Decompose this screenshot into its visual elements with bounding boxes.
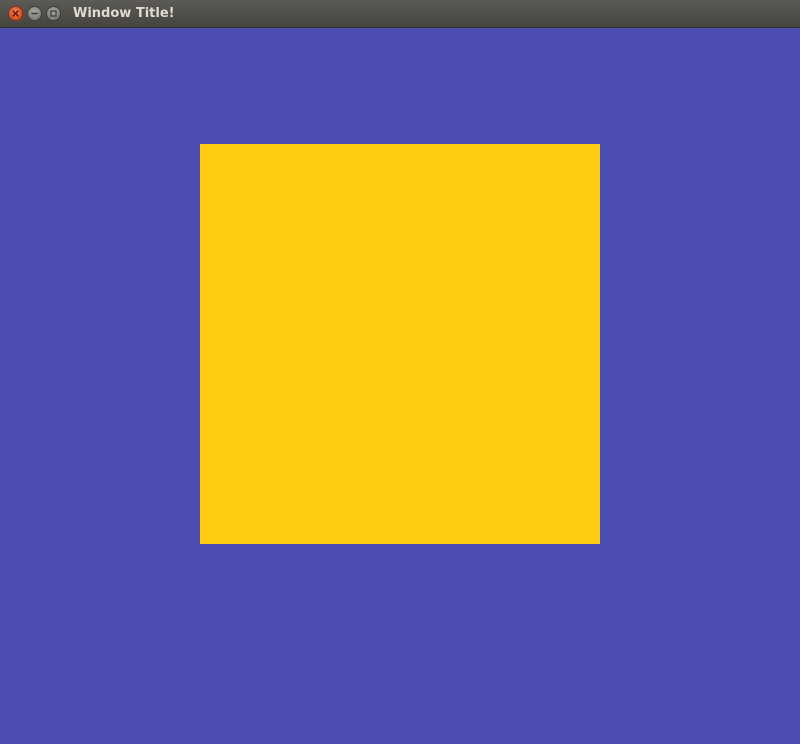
maximize-icon [50,10,57,17]
window-titlebar[interactable]: Window Title! [0,0,800,28]
yellow-square [200,144,600,544]
minimize-button[interactable] [27,6,42,21]
close-icon [12,10,19,17]
minimize-icon [31,12,38,15]
app-window: Window Title! [0,0,800,744]
window-title: Window Title! [73,6,175,21]
maximize-button[interactable] [46,6,61,21]
close-button[interactable] [8,6,23,21]
render-canvas [0,28,800,744]
